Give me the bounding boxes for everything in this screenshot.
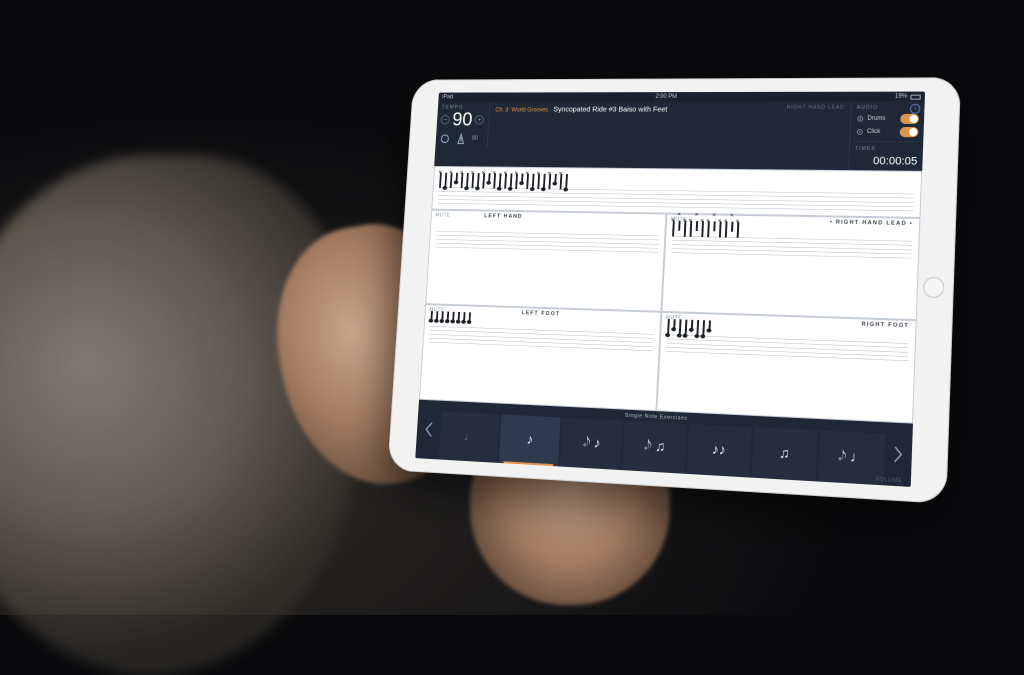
subtitle: RIGHT HAND LEAD — [787, 105, 845, 111]
ipad-device: i iPad 2:00 PM 19% TEMPO − 90 + — [387, 77, 961, 504]
note-glyph-icon: ♫ — [779, 446, 790, 463]
staff-left-foot[interactable]: MUTE LEFT FOOT — [419, 304, 661, 411]
note-glyph-icon: 𝆹𝅥𝅮 ♩ — [838, 449, 865, 467]
click-label: Click — [867, 129, 881, 135]
part-label-left-hand: LEFT HAND — [484, 213, 523, 219]
pattern-item-0[interactable]: ♩ — [439, 412, 500, 463]
chapter-label[interactable]: Ch. 3: World Grooves — [495, 108, 548, 114]
timer-value: 00:00:05 — [854, 155, 917, 168]
clock: 2:00 PM — [655, 94, 677, 100]
pattern-item-4[interactable]: ♪♪ — [686, 424, 751, 478]
notation-grid: MUTE LEFT HAND MUTE • RIGHT HAND LEAD • … — [419, 166, 922, 424]
click-toggle[interactable] — [900, 127, 919, 137]
staff-left-hand[interactable]: MUTE LEFT HAND — [425, 210, 666, 312]
metronome-icon[interactable] — [455, 133, 467, 144]
tempo-decrease-button[interactable]: − — [440, 115, 450, 124]
note-glyph-icon: ♪♪ — [711, 442, 726, 459]
home-button[interactable] — [923, 277, 945, 298]
battery-pct: 19% — [895, 94, 908, 100]
device-label: iPad — [442, 94, 453, 100]
pattern-item-2[interactable]: 𝆹𝅥𝅮 ♪ — [560, 418, 623, 470]
tempo-value[interactable]: 90 — [452, 110, 473, 129]
tempo-increase-button[interactable]: + — [475, 115, 485, 124]
timer-section-label: TIMER — [855, 146, 918, 152]
gear-icon[interactable] — [856, 115, 864, 123]
loop-icon[interactable] — [439, 133, 450, 144]
song-title: Syncopated Ride #3 Baiso with Feet — [553, 105, 667, 114]
note-glyph-icon: 𝆹𝅥𝅮 ♫ — [643, 438, 665, 455]
tempo-panel: TEMPO − 90 + 90 — [435, 102, 490, 148]
battery-icon — [910, 94, 921, 99]
gear-icon[interactable] — [856, 128, 864, 136]
note-glyph-icon: 𝆹𝅥𝅮 ♪ — [582, 435, 601, 452]
pattern-item-3[interactable]: 𝆹𝅥𝅮 ♫ — [623, 421, 687, 474]
pattern-item-1[interactable]: ♪ — [499, 415, 561, 467]
status-bar: iPad 2:00 PM 19% — [438, 92, 925, 102]
staff-right-hand-lead[interactable]: MUTE • RIGHT HAND LEAD • — [661, 214, 920, 321]
metronome-small-value: 90 — [472, 136, 478, 142]
note-glyph-icon: ♪ — [526, 432, 533, 448]
drums-label: Drums — [867, 116, 885, 122]
title-area: Ch. 3: World Grooves Syncopated Ride #3 … — [490, 102, 851, 117]
drums-toggle[interactable] — [900, 114, 919, 124]
app-header: TEMPO − 90 + 90 Ch. 3: World Grooves Syn… — [434, 102, 925, 171]
note-glyph-icon: ♩ — [463, 429, 475, 444]
mute-label[interactable]: MUTE — [435, 212, 450, 218]
pattern-item-5[interactable]: ♫ — [751, 427, 817, 481]
app-screen: i iPad 2:00 PM 19% TEMPO − 90 + — [415, 92, 925, 487]
staff-right-foot[interactable]: MUTE RIGHT FOOT — [656, 312, 916, 424]
